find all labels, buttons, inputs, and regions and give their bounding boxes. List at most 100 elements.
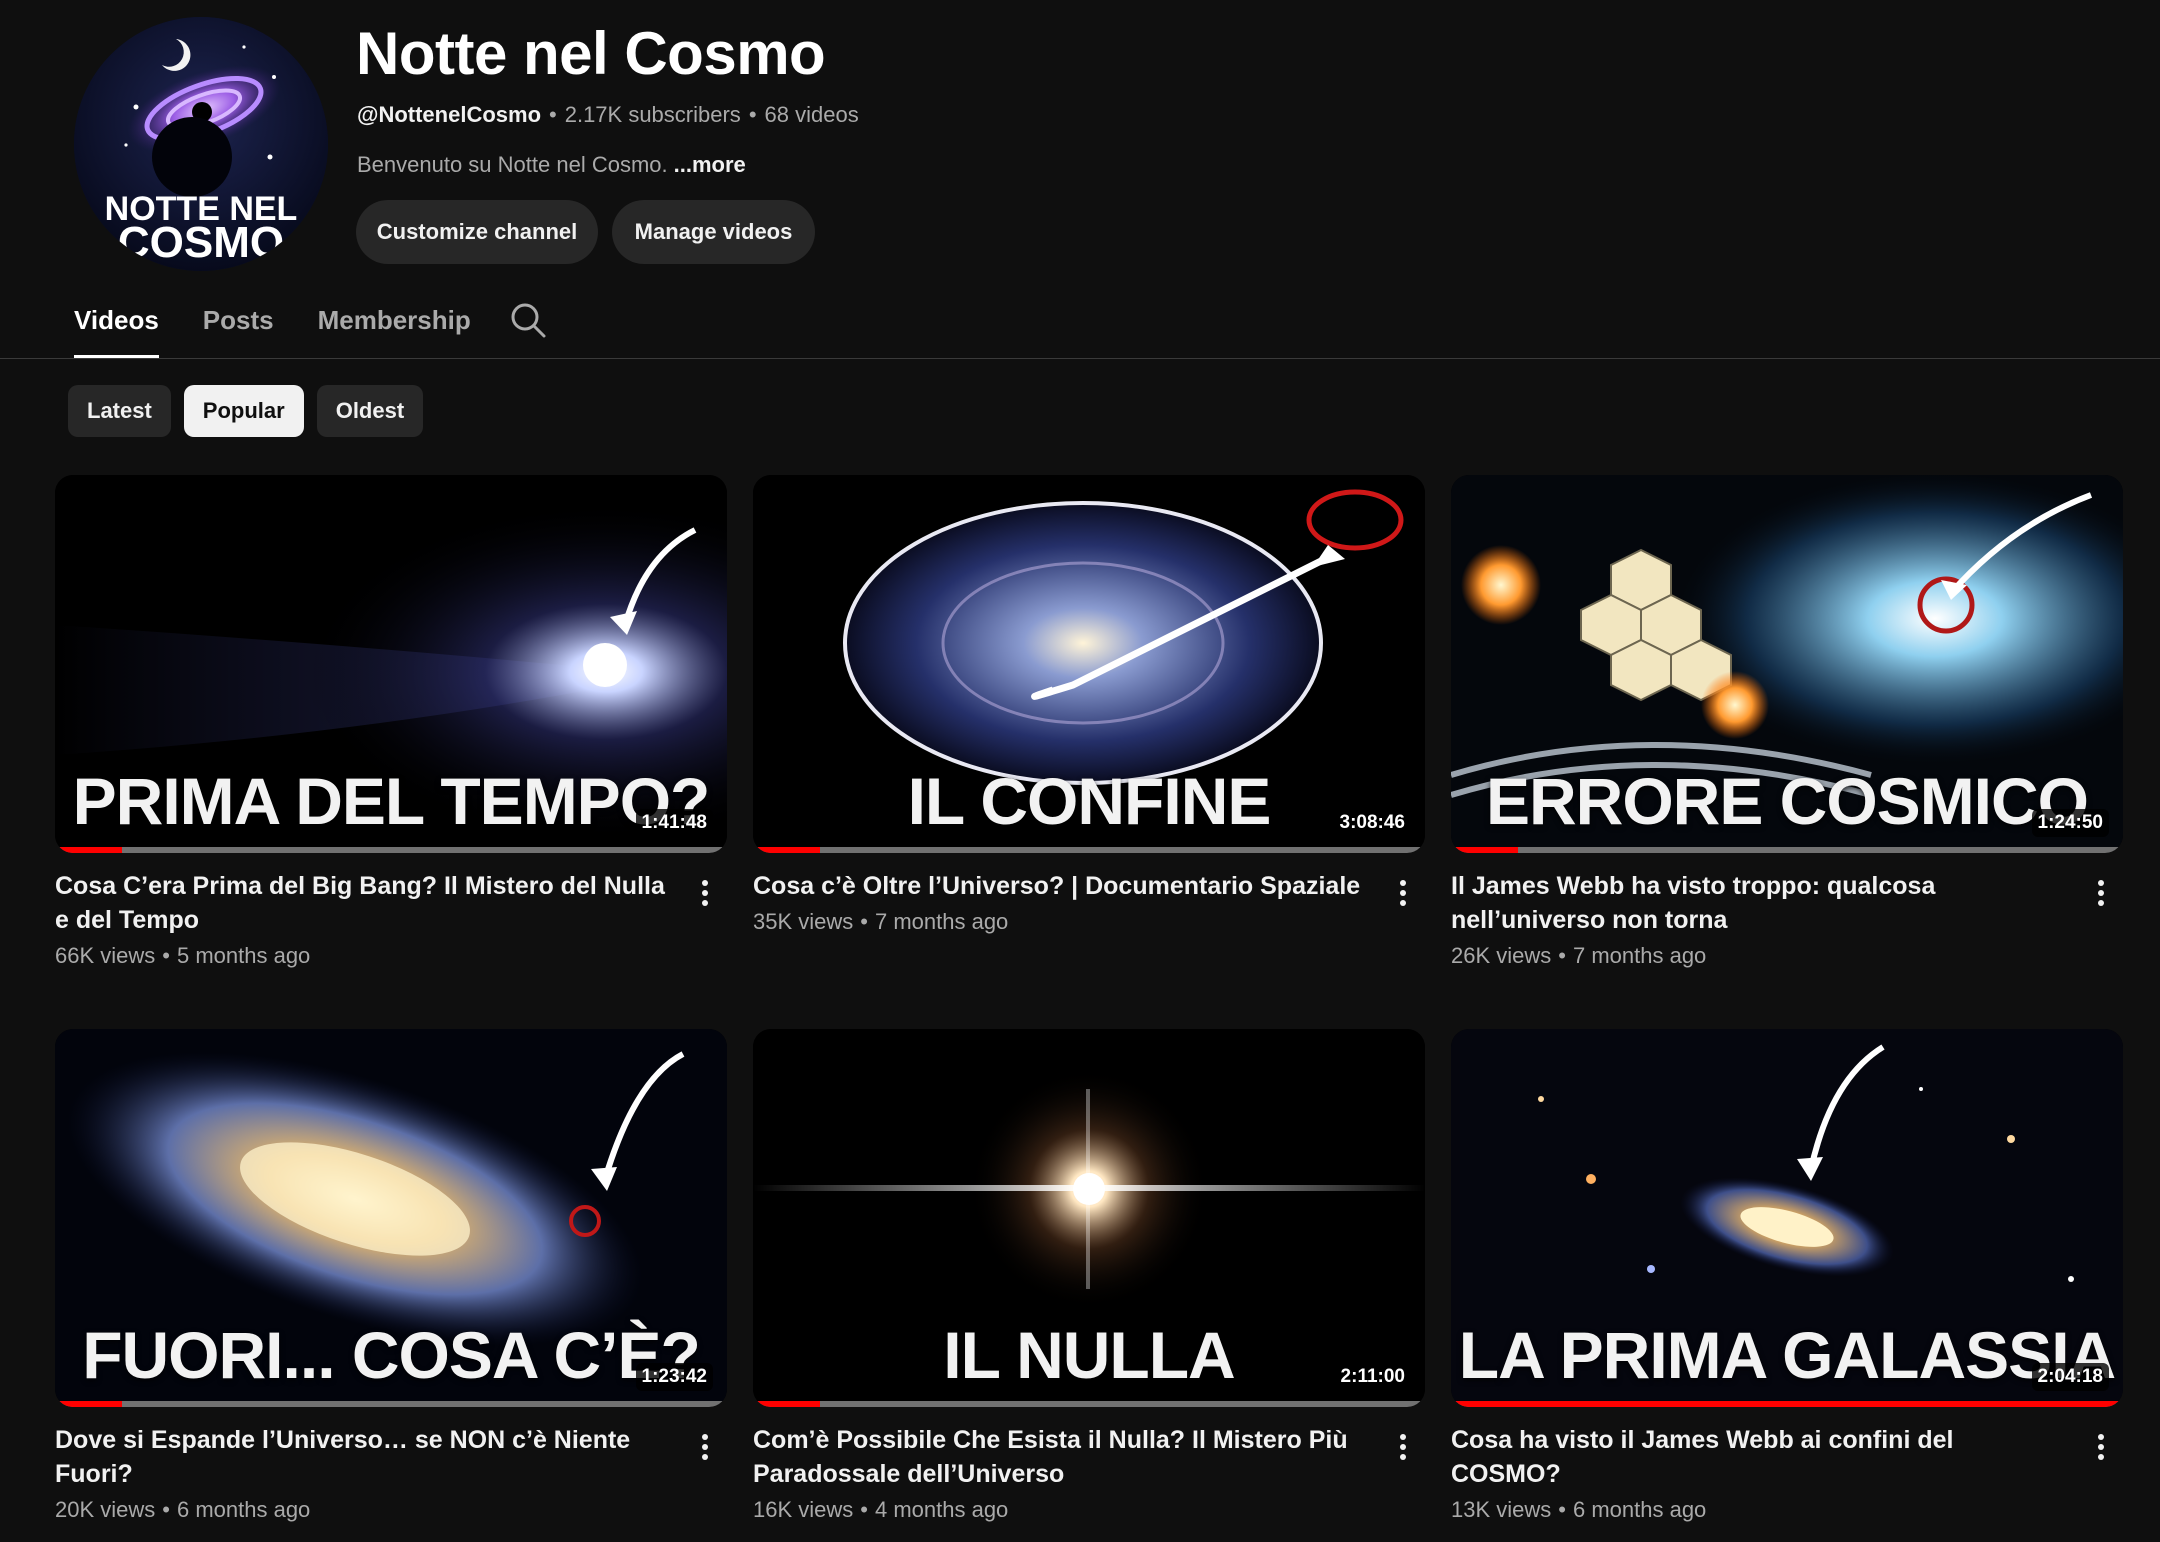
customize-channel-button[interactable]: Customize channel bbox=[356, 200, 598, 264]
video-card[interactable]: PRIMA DEL TEMPO? 1:41:48 Cosa C’era Prim… bbox=[55, 475, 727, 971]
separator-dot: • bbox=[1558, 1497, 1566, 1522]
video-meta: 13K views • 6 months ago bbox=[1451, 1495, 2067, 1525]
video-card[interactable]: ERRORE COSMICO 1:24:50 Il James Webb ha … bbox=[1451, 475, 2123, 971]
video-thumbnail[interactable]: ERRORE COSMICO 1:24:50 bbox=[1451, 475, 2123, 853]
video-title[interactable]: Cosa c’è Oltre l’Universo? | Documentari… bbox=[753, 869, 1369, 903]
watch-progress-bar bbox=[55, 847, 727, 853]
channel-handle: @NottenelCosmo bbox=[357, 102, 542, 127]
video-card[interactable]: IL NULLA 2:11:00 Com’è Possibile Che Esi… bbox=[753, 1029, 1425, 1525]
thumbnail-caption: ERRORE COSMICO bbox=[1485, 764, 2089, 838]
view-count: 26K views bbox=[1451, 943, 1552, 968]
more-options-icon[interactable] bbox=[1385, 1423, 1421, 1471]
separator-dot: • bbox=[162, 943, 170, 968]
chip-popular[interactable]: Popular bbox=[183, 385, 304, 437]
video-duration: 1:24:50 bbox=[2031, 809, 2109, 837]
view-count: 66K views bbox=[55, 943, 156, 968]
video-count: 68 videos bbox=[764, 102, 859, 127]
channel-tabs: Videos Posts Membership bbox=[74, 296, 515, 358]
watch-progress-fill bbox=[55, 847, 123, 853]
video-thumbnail[interactable]: LA PRIMA GALASSIA 2:04:18 bbox=[1451, 1029, 2123, 1407]
channel-description[interactable]: Benvenuto su Notte nel Cosmo. ...more bbox=[357, 150, 746, 180]
video-info: Cosa ha visto il James Webb ai confini d… bbox=[1451, 1423, 2123, 1525]
manage-videos-button[interactable]: Manage videos bbox=[612, 200, 815, 264]
video-card[interactable]: LA PRIMA GALASSIA 2:04:18 Cosa ha visto … bbox=[1451, 1029, 2123, 1525]
tabs-divider bbox=[0, 358, 2160, 359]
watch-progress-fill bbox=[1451, 1401, 2123, 1407]
video-duration: 1:23:42 bbox=[635, 1363, 713, 1391]
subscriber-count: 2.17K subscribers bbox=[564, 102, 741, 127]
tab-videos[interactable]: Videos bbox=[74, 296, 159, 358]
video-thumbnail[interactable]: IL NULLA 2:11:00 bbox=[753, 1029, 1425, 1407]
separator-dot: • bbox=[748, 102, 757, 127]
search-icon[interactable] bbox=[508, 300, 548, 340]
watch-progress-fill bbox=[753, 847, 821, 853]
video-meta: 16K views • 4 months ago bbox=[753, 1495, 1369, 1525]
view-count: 13K views bbox=[1451, 1497, 1552, 1522]
watch-progress-bar bbox=[55, 1401, 727, 1407]
video-card[interactable]: FUORI... COSA C’È? 1:23:42 Dove si Espan… bbox=[55, 1029, 727, 1525]
video-info: Dove si Espande l’Universo… se NON c’è N… bbox=[55, 1423, 727, 1525]
watch-progress-bar bbox=[753, 847, 1425, 853]
separator-dot: • bbox=[860, 909, 868, 934]
upload-age: 6 months ago bbox=[1572, 1497, 1707, 1522]
thumbnail-caption: IL CONFINE bbox=[907, 764, 1272, 838]
more-link[interactable]: ...more bbox=[674, 152, 746, 177]
separator-dot: • bbox=[860, 1497, 868, 1522]
video-duration: 2:11:00 bbox=[1334, 1363, 1411, 1391]
video-title[interactable]: Com’è Possibile Che Esista il Nulla? Il … bbox=[753, 1423, 1369, 1491]
video-info: Il James Webb ha visto troppo: qualcosa … bbox=[1451, 869, 2123, 971]
video-title[interactable]: Dove si Espande l’Universo… se NON c’è N… bbox=[55, 1423, 671, 1491]
separator-dot: • bbox=[162, 1497, 170, 1522]
more-options-icon[interactable] bbox=[687, 1423, 723, 1471]
video-thumbnail[interactable]: PRIMA DEL TEMPO? 1:41:48 bbox=[55, 475, 727, 853]
upload-age: 5 months ago bbox=[176, 943, 311, 968]
video-title[interactable]: Cosa ha visto il James Webb ai confini d… bbox=[1451, 1423, 2067, 1491]
chip-latest[interactable]: Latest bbox=[68, 385, 171, 437]
watch-progress-bar bbox=[1451, 1401, 2123, 1407]
video-title[interactable]: Cosa C’era Prima del Big Bang? Il Mister… bbox=[55, 869, 671, 937]
view-count: 20K views bbox=[55, 1497, 156, 1522]
more-options-icon[interactable] bbox=[1385, 869, 1421, 917]
tab-posts[interactable]: Posts bbox=[203, 296, 274, 358]
more-options-icon[interactable] bbox=[2083, 1423, 2119, 1471]
video-info: Cosa c’è Oltre l’Universo? | Documentari… bbox=[753, 869, 1425, 937]
upload-age: 7 months ago bbox=[1572, 943, 1707, 968]
video-meta: 20K views • 6 months ago bbox=[55, 1495, 671, 1525]
thumbnail-caption: IL NULLA bbox=[943, 1318, 1235, 1392]
watch-progress-fill bbox=[1451, 847, 1519, 853]
watch-progress-fill bbox=[55, 1401, 123, 1407]
separator-dot: • bbox=[549, 102, 557, 127]
channel-title: Notte nel Cosmo bbox=[356, 20, 826, 87]
avatar-logo-text: NOTTE NEL COSMO bbox=[74, 191, 328, 267]
sort-chips: Latest Popular Oldest bbox=[68, 385, 424, 437]
channel-avatar[interactable]: NOTTE NEL COSMO bbox=[74, 17, 328, 271]
description-text: Benvenuto su Notte nel Cosmo. bbox=[357, 152, 668, 177]
avatar-text-line2: COSMO bbox=[117, 218, 285, 267]
video-thumbnail[interactable]: FUORI... COSA C’È? 1:23:42 bbox=[55, 1029, 727, 1407]
video-title[interactable]: Il James Webb ha visto troppo: qualcosa … bbox=[1451, 869, 2067, 937]
more-options-icon[interactable] bbox=[687, 869, 723, 917]
thumbnail-caption: PRIMA DEL TEMPO? bbox=[72, 764, 711, 838]
tab-membership[interactable]: Membership bbox=[318, 296, 471, 358]
video-thumbnail[interactable]: IL CONFINE 3:08:46 bbox=[753, 475, 1425, 853]
thumbnail-caption: FUORI... COSA C’È? bbox=[82, 1318, 701, 1392]
video-info: Cosa C’era Prima del Big Bang? Il Mister… bbox=[55, 869, 727, 971]
video-duration: 3:08:46 bbox=[1333, 809, 1411, 837]
watch-progress-bar bbox=[753, 1401, 1425, 1407]
video-duration: 1:41:48 bbox=[635, 809, 713, 837]
thumbnail-caption: LA PRIMA GALASSIA bbox=[1458, 1318, 2116, 1392]
watch-progress-bar bbox=[1451, 847, 2123, 853]
more-options-icon[interactable] bbox=[2083, 869, 2119, 917]
separator-dot: • bbox=[1558, 943, 1566, 968]
video-info: Com’è Possibile Che Esista il Nulla? Il … bbox=[753, 1423, 1425, 1525]
upload-age: 4 months ago bbox=[874, 1497, 1009, 1522]
view-count: 16K views bbox=[753, 1497, 854, 1522]
video-duration: 2:04:18 bbox=[2031, 1363, 2109, 1391]
video-meta: 66K views • 5 months ago bbox=[55, 941, 671, 971]
chip-oldest[interactable]: Oldest bbox=[316, 385, 424, 437]
video-meta: 26K views • 7 months ago bbox=[1451, 941, 2067, 971]
view-count: 35K views bbox=[753, 909, 854, 934]
watch-progress-fill bbox=[753, 1401, 821, 1407]
video-card[interactable]: IL CONFINE 3:08:46 Cosa c’è Oltre l’Univ… bbox=[753, 475, 1425, 937]
channel-meta: @NottenelCosmo • 2.17K subscribers • 68 vide… bbox=[357, 100, 859, 130]
